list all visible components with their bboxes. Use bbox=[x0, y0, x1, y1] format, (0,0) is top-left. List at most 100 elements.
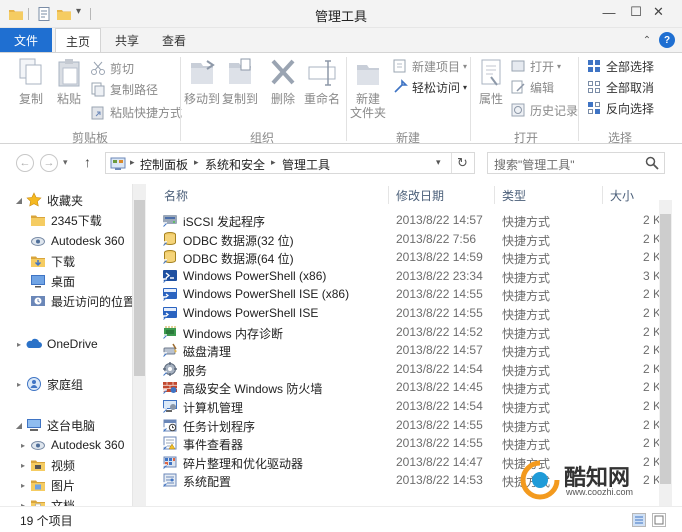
file-row[interactable]: 任务计划程序 2013/8/22 14:55 快捷方式 2 K bbox=[150, 416, 682, 435]
move-to-button[interactable]: 移动到 bbox=[184, 57, 220, 106]
nav-item[interactable]: ◢ 收藏夹 bbox=[0, 190, 132, 210]
tab-view[interactable]: 查看 bbox=[153, 28, 195, 52]
watermark: 酷知网 www.coozhi.com bbox=[516, 456, 656, 502]
invert-selection-button[interactable]: 反向选择 bbox=[586, 99, 654, 117]
nav-item[interactable]: ▸ 家庭组 bbox=[0, 374, 132, 394]
refresh-icon[interactable]: ↻ bbox=[457, 155, 468, 171]
nav-item[interactable]: 最近访问的位置 bbox=[0, 291, 135, 311]
expand-arrow-icon[interactable]: ▸ bbox=[14, 340, 24, 349]
file-name: 任务计划程序 bbox=[183, 419, 256, 434]
column-separator[interactable] bbox=[494, 186, 495, 204]
expand-arrow-icon[interactable]: ▸ bbox=[18, 441, 28, 450]
breadcrumb-control-panel[interactable]: 控制面板 bbox=[140, 156, 188, 173]
history-button[interactable]: 历史记录 bbox=[510, 101, 578, 119]
nav-item[interactable]: ▸ OneDrive bbox=[0, 334, 132, 354]
documents-folder-icon bbox=[30, 497, 46, 506]
file-row[interactable]: Windows 内存诊断 2013/8/22 14:52 快捷方式 2 K bbox=[150, 323, 682, 342]
collapse-ribbon-icon[interactable]: ⌃ bbox=[639, 32, 655, 48]
nav-item-label: 文档 bbox=[51, 498, 76, 507]
column-separator[interactable] bbox=[388, 186, 389, 204]
nav-item[interactable]: 2345下载 bbox=[0, 210, 132, 230]
close-button[interactable]: ✕ bbox=[636, 2, 681, 22]
file-row[interactable]: Windows PowerShell ISE (x86) 2013/8/22 14… bbox=[150, 285, 682, 304]
odbc-icon bbox=[162, 249, 178, 265]
up-button[interactable]: ↑ bbox=[84, 154, 91, 170]
file-row[interactable]: 高级安全 Windows 防火墙 2013/8/22 14:45 快捷方式 2 K bbox=[150, 378, 682, 397]
paste-icon bbox=[58, 59, 80, 87]
file-row[interactable]: ODBC 数据源(32 位) 2013/8/22 7:56 快捷方式 2 K bbox=[150, 230, 682, 249]
column-separator[interactable] bbox=[602, 186, 603, 204]
select-none-button[interactable]: 全部取消 bbox=[586, 78, 654, 96]
recent-locations-dropdown-icon[interactable]: ▾ bbox=[63, 157, 68, 168]
file-list-scrollbar-thumb[interactable] bbox=[660, 214, 671, 484]
file-row[interactable]: Windows PowerShell ISE 2013/8/22 14:55 快捷方… bbox=[150, 304, 682, 323]
column-header-name[interactable]: 名称 bbox=[164, 184, 188, 206]
tab-share[interactable]: 共享 bbox=[106, 28, 148, 52]
minimize-button[interactable]: — bbox=[596, 2, 622, 22]
details-view-icon[interactable] bbox=[632, 513, 646, 527]
help-icon[interactable]: ? bbox=[659, 32, 675, 48]
easy-access-button[interactable]: 轻松访问 ▾ bbox=[392, 78, 467, 96]
nav-scrollbar-thumb[interactable] bbox=[134, 200, 145, 376]
nav-item-label: 图片 bbox=[51, 478, 76, 493]
paste-shortcut-button[interactable]: 粘贴快捷方式 bbox=[90, 103, 182, 121]
new-item-button[interactable]: 新建项目 ▾ bbox=[392, 57, 467, 75]
back-button[interactable]: ← bbox=[16, 154, 34, 172]
tab-file[interactable]: 文件 bbox=[0, 28, 52, 52]
expand-arrow-icon[interactable]: ▸ bbox=[14, 380, 24, 389]
file-row[interactable]: ODBC 数据源(64 位) 2013/8/22 14:59 快捷方式 2 K bbox=[150, 248, 682, 267]
file-row[interactable]: 事件查看器 2013/8/22 14:55 快捷方式 2 K bbox=[150, 434, 682, 453]
select-all-button[interactable]: 全部选择 bbox=[586, 57, 654, 75]
expand-arrow-icon[interactable]: ▸ bbox=[18, 481, 28, 490]
column-header-modified[interactable]: 修改日期 bbox=[396, 184, 444, 206]
nav-item[interactable]: ▸ 图片 bbox=[0, 475, 132, 495]
address-bar[interactable]: ▸ 控制面板 ▸ 系统和安全 ▸ 管理工具 ▾ ↻ bbox=[105, 152, 475, 174]
forward-button[interactable]: → bbox=[40, 154, 58, 172]
breadcrumb-system-security[interactable]: 系统和安全 bbox=[205, 156, 265, 173]
paste-button[interactable]: 粘贴 bbox=[52, 57, 86, 106]
control-panel-icon bbox=[110, 156, 126, 172]
file-row[interactable]: 服务 2013/8/22 14:54 快捷方式 2 K bbox=[150, 360, 682, 379]
file-type: 快捷方式 bbox=[502, 233, 551, 248]
new-folder-button[interactable]: 新建 文件夹 bbox=[348, 57, 388, 120]
nav-item[interactable]: 桌面 bbox=[0, 271, 132, 291]
nav-item-label: 这台电脑 bbox=[47, 418, 96, 433]
file-type: 快捷方式 bbox=[502, 326, 551, 341]
file-row[interactable]: 计算机管理 2013/8/22 14:54 快捷方式 2 K bbox=[150, 397, 682, 416]
cut-button[interactable]: 剪切 bbox=[90, 59, 134, 77]
cloud-eye-icon bbox=[30, 233, 46, 249]
column-header-type[interactable]: 类型 bbox=[502, 184, 526, 206]
copy-button[interactable]: 复制 bbox=[14, 57, 48, 106]
properties-button[interactable]: 属性 bbox=[474, 57, 508, 106]
copy-path-button[interactable]: 复制路径 bbox=[90, 80, 158, 98]
file-row[interactable]: 磁盘清理 2013/8/22 14:57 快捷方式 2 K bbox=[150, 341, 682, 360]
search-input[interactable]: 搜索"管理工具" bbox=[487, 152, 665, 174]
copy-to-button[interactable]: 复制到 bbox=[222, 57, 258, 106]
invert-selection-icon bbox=[588, 102, 600, 114]
collapse-arrow-icon[interactable]: ◢ bbox=[14, 196, 24, 205]
nav-item[interactable]: ▸ 文档 bbox=[0, 495, 132, 506]
nav-item[interactable]: ▸ Autodesk 360 bbox=[0, 435, 132, 455]
breadcrumb-admin-tools[interactable]: 管理工具 bbox=[282, 156, 330, 173]
ribbon-tab-bar: 文件 主页 共享 查看 ⌃ ? bbox=[0, 28, 682, 53]
nav-item[interactable]: ▸ 视频 bbox=[0, 455, 132, 475]
nav-item[interactable]: 下载 bbox=[0, 251, 132, 271]
search-icon[interactable] bbox=[644, 155, 660, 171]
rename-button[interactable]: 重命名 bbox=[302, 57, 342, 106]
tab-home[interactable]: 主页 bbox=[55, 28, 101, 53]
open-button[interactable]: 打开 ▾ bbox=[510, 57, 561, 75]
collapse-arrow-icon[interactable]: ◢ bbox=[14, 421, 24, 430]
column-header-size[interactable]: 大小 bbox=[610, 184, 634, 206]
large-icons-view-icon[interactable] bbox=[652, 513, 666, 527]
delete-button[interactable]: 删除 bbox=[266, 57, 300, 106]
nav-item[interactable]: Autodesk 360 bbox=[0, 231, 132, 251]
expand-arrow-icon[interactable]: ▸ bbox=[18, 461, 28, 470]
nav-item[interactable]: ◢ 这台电脑 bbox=[0, 415, 132, 435]
file-name: 高级安全 Windows 防火墙 bbox=[183, 382, 323, 397]
firewall-icon bbox=[162, 379, 178, 395]
file-row[interactable]: iSCSI 发起程序 2013/8/22 14:57 快捷方式 2 K bbox=[150, 211, 682, 230]
edit-button[interactable]: 编辑 bbox=[510, 78, 554, 96]
properties-label: 属性 bbox=[478, 92, 503, 106]
file-row[interactable]: Windows PowerShell (x86) 2013/8/22 23:34 快… bbox=[150, 267, 682, 286]
address-dropdown-icon[interactable]: ▾ bbox=[436, 157, 441, 168]
